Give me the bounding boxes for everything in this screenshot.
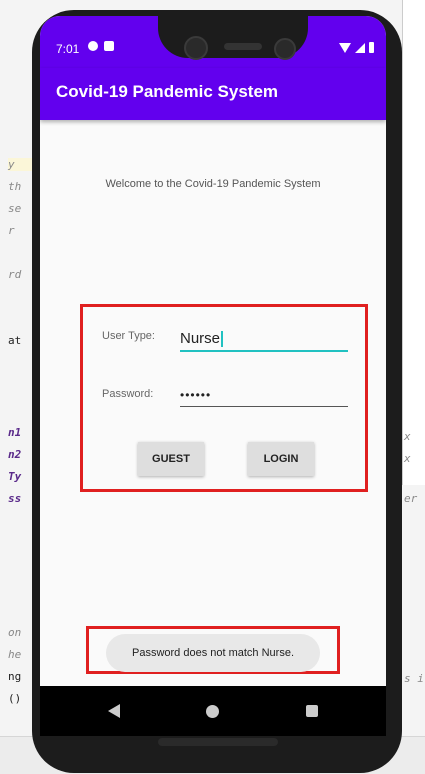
- password-input[interactable]: ••••••: [180, 380, 348, 407]
- recent-apps-icon[interactable]: [306, 705, 318, 717]
- sim-card-icon: [104, 41, 114, 51]
- code-fragment: (): [8, 692, 22, 705]
- password-value: ••••••: [180, 388, 212, 402]
- code-fragment: th: [8, 180, 22, 193]
- battery-icon: [369, 42, 374, 53]
- code-fragment: x: [404, 452, 411, 465]
- password-label: Password:: [102, 388, 154, 400]
- welcome-text: Welcome to the Covid-19 Pandemic System: [105, 178, 321, 190]
- phone-screen: 7:01 Covid-19 Pandemic System Welcome to…: [40, 16, 386, 736]
- earpiece-speaker: [224, 43, 262, 50]
- home-icon[interactable]: [206, 705, 219, 718]
- code-fragment: ng: [8, 670, 22, 683]
- code-fragment: s i: [404, 672, 424, 685]
- status-time: 7:01: [56, 42, 80, 56]
- toast-message: Password does not match Nurse.: [106, 634, 320, 672]
- front-camera-icon: [184, 36, 208, 60]
- code-fragment: n2: [8, 448, 22, 461]
- code-fragment: ss: [8, 492, 22, 505]
- notification-icon: [88, 41, 98, 51]
- code-fragment: he: [8, 648, 22, 661]
- signal-icon: [355, 43, 365, 53]
- back-icon[interactable]: [108, 704, 120, 718]
- code-fragment: Ty: [8, 470, 22, 483]
- navigation-bar: [40, 686, 386, 736]
- wifi-icon: [339, 43, 351, 53]
- app-bar: Covid-19 Pandemic System: [40, 68, 386, 120]
- code-fragment: r: [8, 224, 15, 237]
- code-fragment: rd: [8, 268, 22, 281]
- text-cursor: [221, 331, 224, 347]
- guest-button[interactable]: GUEST: [138, 442, 204, 476]
- ide-right-panel: [402, 0, 425, 485]
- user-type-value: Nurse: [180, 330, 221, 347]
- code-fragment: x: [404, 430, 411, 443]
- code-fragment: n1: [8, 426, 22, 439]
- bottom-speaker: [158, 738, 278, 746]
- system-icons: [339, 42, 374, 53]
- notification-icons: [88, 41, 114, 51]
- code-fragment: se: [8, 202, 22, 215]
- login-button[interactable]: LOGIN: [248, 442, 314, 476]
- app-title: Covid-19 Pandemic System: [56, 82, 279, 101]
- code-fragment: er: [404, 492, 418, 505]
- front-camera-icon: [274, 38, 296, 60]
- user-type-input[interactable]: Nurse: [180, 324, 348, 352]
- code-fragment: at: [8, 334, 22, 347]
- code-fragment: on: [8, 626, 22, 639]
- user-type-label: User Type:: [102, 330, 155, 342]
